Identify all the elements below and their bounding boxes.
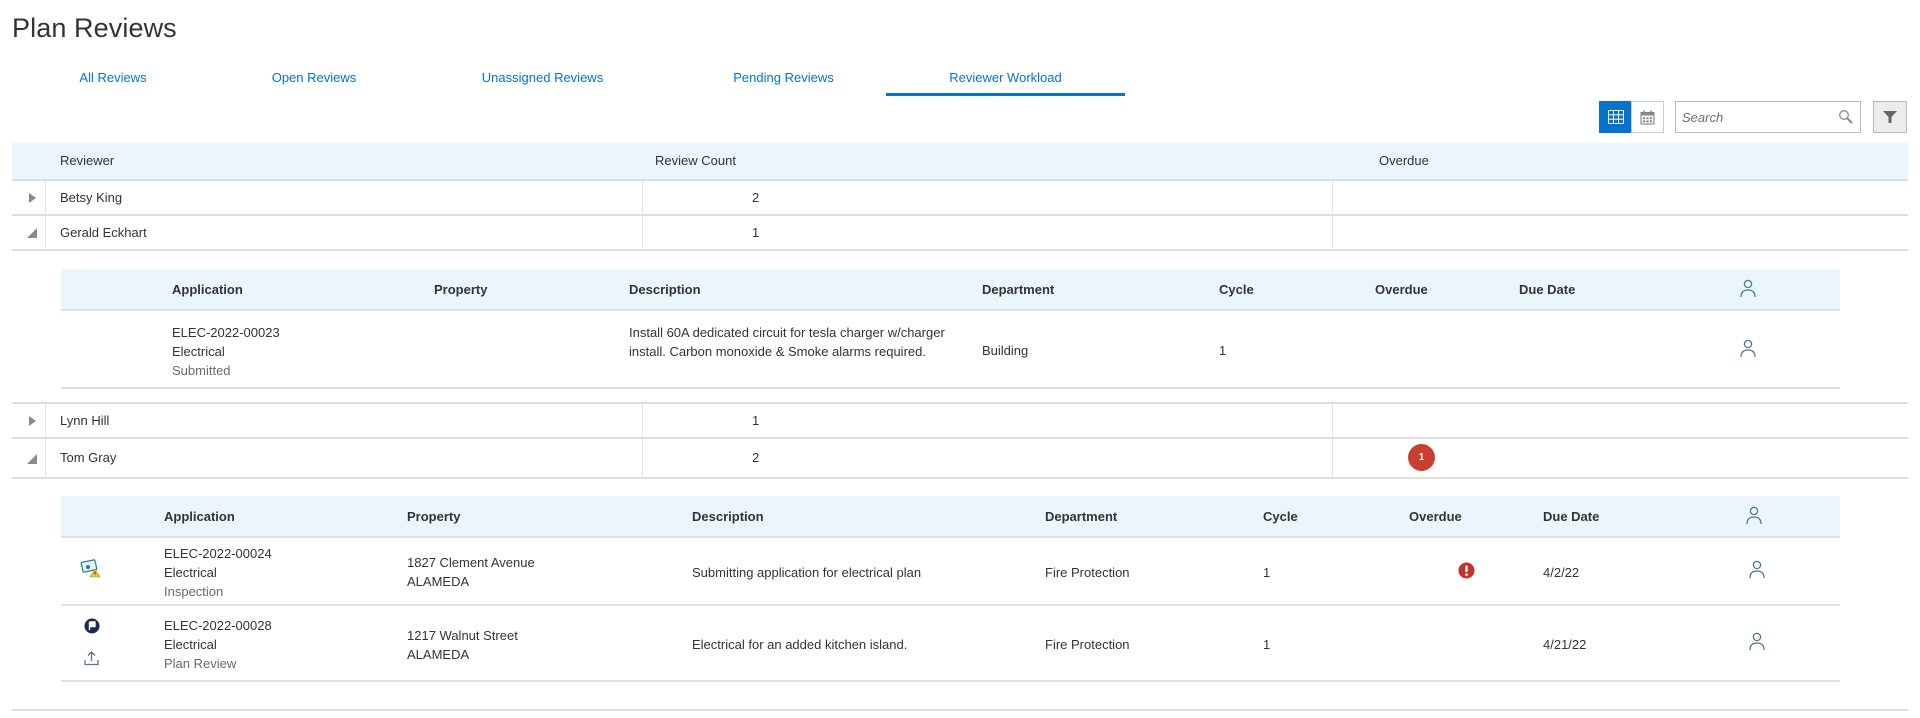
column-header-property[interactable]: Property [407,496,460,538]
cycle: 1 [1219,343,1227,358]
reviewer-workload-grid: Reviewer Review Count Overdue Betsy King… [12,143,1908,711]
column-header-description[interactable]: Description [629,269,701,311]
filter-button[interactable] [1873,101,1907,133]
column-header-due-date[interactable]: Due Date [1543,496,1599,538]
tab-open-reviews[interactable]: Open Reviews [214,62,414,96]
upload-icon[interactable] [84,650,99,666]
person-icon[interactable] [1739,279,1757,299]
review-count: 1 [752,225,760,240]
review-count: 2 [752,450,760,465]
property-address[interactable]: 1217 Walnut Street [407,626,518,645]
column-header-overdue[interactable]: Overdue [1375,269,1428,311]
review-count: 2 [752,190,760,205]
grid-view-button[interactable] [1599,101,1632,133]
reviewer-row[interactable]: Lynn Hill 1 [12,404,1908,439]
column-header-review-count[interactable]: Review Count [655,143,736,179]
assign-person-icon[interactable] [1748,632,1766,652]
reviewer-name: Betsy King [60,190,123,205]
tab-reviewer-workload[interactable]: Reviewer Workload [886,62,1125,96]
application-status: Submitted [172,363,231,378]
column-header-property[interactable]: Property [434,269,487,311]
expand-icon[interactable] [26,192,38,204]
application-id[interactable]: ELEC-2022-00028 [164,616,272,635]
application-type: Electrical [164,565,217,580]
column-header-department[interactable]: Department [1045,496,1117,538]
collapse-icon[interactable] [26,453,38,465]
tab-unassigned-reviews[interactable]: Unassigned Reviews [414,62,671,96]
reviewer-name: Gerald Eckhart [60,225,147,240]
grid-view-icon [1607,110,1624,124]
cycle: 1 [1263,637,1271,652]
application-subtable: Application Property Description Departm… [61,496,1840,682]
property-address[interactable]: 1827 Clement Avenue [407,553,535,572]
due-date: 4/21/22 [1543,637,1587,652]
application-type: Electrical [172,344,225,359]
search-input[interactable] [1676,102,1826,132]
reviewer-detail-panel: Application Property Description Departm… [12,479,1908,711]
search-icon[interactable] [1838,109,1854,128]
application-status: Plan Review [164,656,237,671]
department: Fire Protection [1045,565,1130,580]
column-header-due-date[interactable]: Due Date [1519,269,1575,311]
assign-person-icon[interactable] [1739,339,1757,359]
overdue-count-badge[interactable]: 1 [1408,444,1435,471]
reviewer-row[interactable]: Gerald Eckhart 1 [12,216,1908,251]
reviewer-row[interactable]: Betsy King 2 [12,181,1908,216]
column-header-overdue[interactable]: Overdue [1379,143,1429,179]
application-id[interactable]: ELEC-2022-00024 [164,544,272,563]
application-row[interactable]: ELEC-2022-00028 Electrical Plan Review 1… [61,606,1840,682]
filter-icon [1883,111,1897,123]
property-city: ALAMEDA [407,574,470,589]
column-header-reviewer[interactable]: Reviewer [60,143,114,179]
column-header-application[interactable]: Application [172,269,243,311]
search-field [1675,101,1861,133]
reviewer-name: Tom Gray [60,450,117,465]
column-header-cycle[interactable]: Cycle [1219,269,1254,311]
department: Fire Protection [1045,637,1130,652]
application-status: Inspection [164,584,224,599]
assign-person-icon[interactable] [1748,560,1766,580]
application-row[interactable]: ELEC-2022-00023 Electrical Submitted Ins… [61,311,1840,389]
column-header-overdue[interactable]: Overdue [1409,496,1462,538]
toolbar [1599,101,1907,133]
tab-pending-reviews[interactable]: Pending Reviews [671,62,896,96]
application-row[interactable]: ELEC-2022-00024 Electrical Inspection 18… [61,538,1840,606]
subtable-header: Application Property Description Departm… [61,269,1840,311]
subtable-header: Application Property Description Departm… [61,496,1840,538]
collapse-icon[interactable] [26,227,38,239]
property-city: ALAMEDA [407,647,470,662]
reviewer-detail-panel: Application Property Description Departm… [12,251,1908,404]
column-header-application[interactable]: Application [164,496,235,538]
application-id[interactable]: ELEC-2022-00023 [172,323,280,342]
description: Install 60A dedicated circuit for tesla … [629,325,945,359]
review-count: 1 [752,413,760,428]
column-header-department[interactable]: Department [982,269,1054,311]
calendar-view-button[interactable] [1631,101,1664,133]
application-type: Electrical [164,637,217,652]
description: Electrical for an added kitchen island. [692,637,908,652]
cycle: 1 [1263,565,1271,580]
grid-header: Reviewer Review Count Overdue [12,143,1908,181]
department: Building [982,343,1029,358]
column-header-cycle[interactable]: Cycle [1263,496,1298,538]
reviewer-name: Lynn Hill [60,413,110,428]
tab-bar: All Reviews Open Reviews Unassigned Revi… [12,62,1132,96]
tab-all-reviews[interactable]: All Reviews [12,62,214,96]
overdue-alert-icon [1458,562,1475,579]
expand-icon[interactable] [26,415,38,427]
reviewer-row[interactable]: Tom Gray 2 1 [12,439,1908,479]
page-title: Plan Reviews [12,13,177,43]
due-date: 4/2/22 [1543,565,1580,580]
person-icon[interactable] [1745,506,1763,526]
flag-icon[interactable] [84,618,100,634]
calendar-view-icon [1640,110,1655,124]
description: Submitting application for electrical pl… [692,565,922,580]
fee-warning-icon[interactable] [80,558,102,578]
application-subtable: Application Property Description Departm… [61,269,1840,389]
column-header-description[interactable]: Description [692,496,764,538]
